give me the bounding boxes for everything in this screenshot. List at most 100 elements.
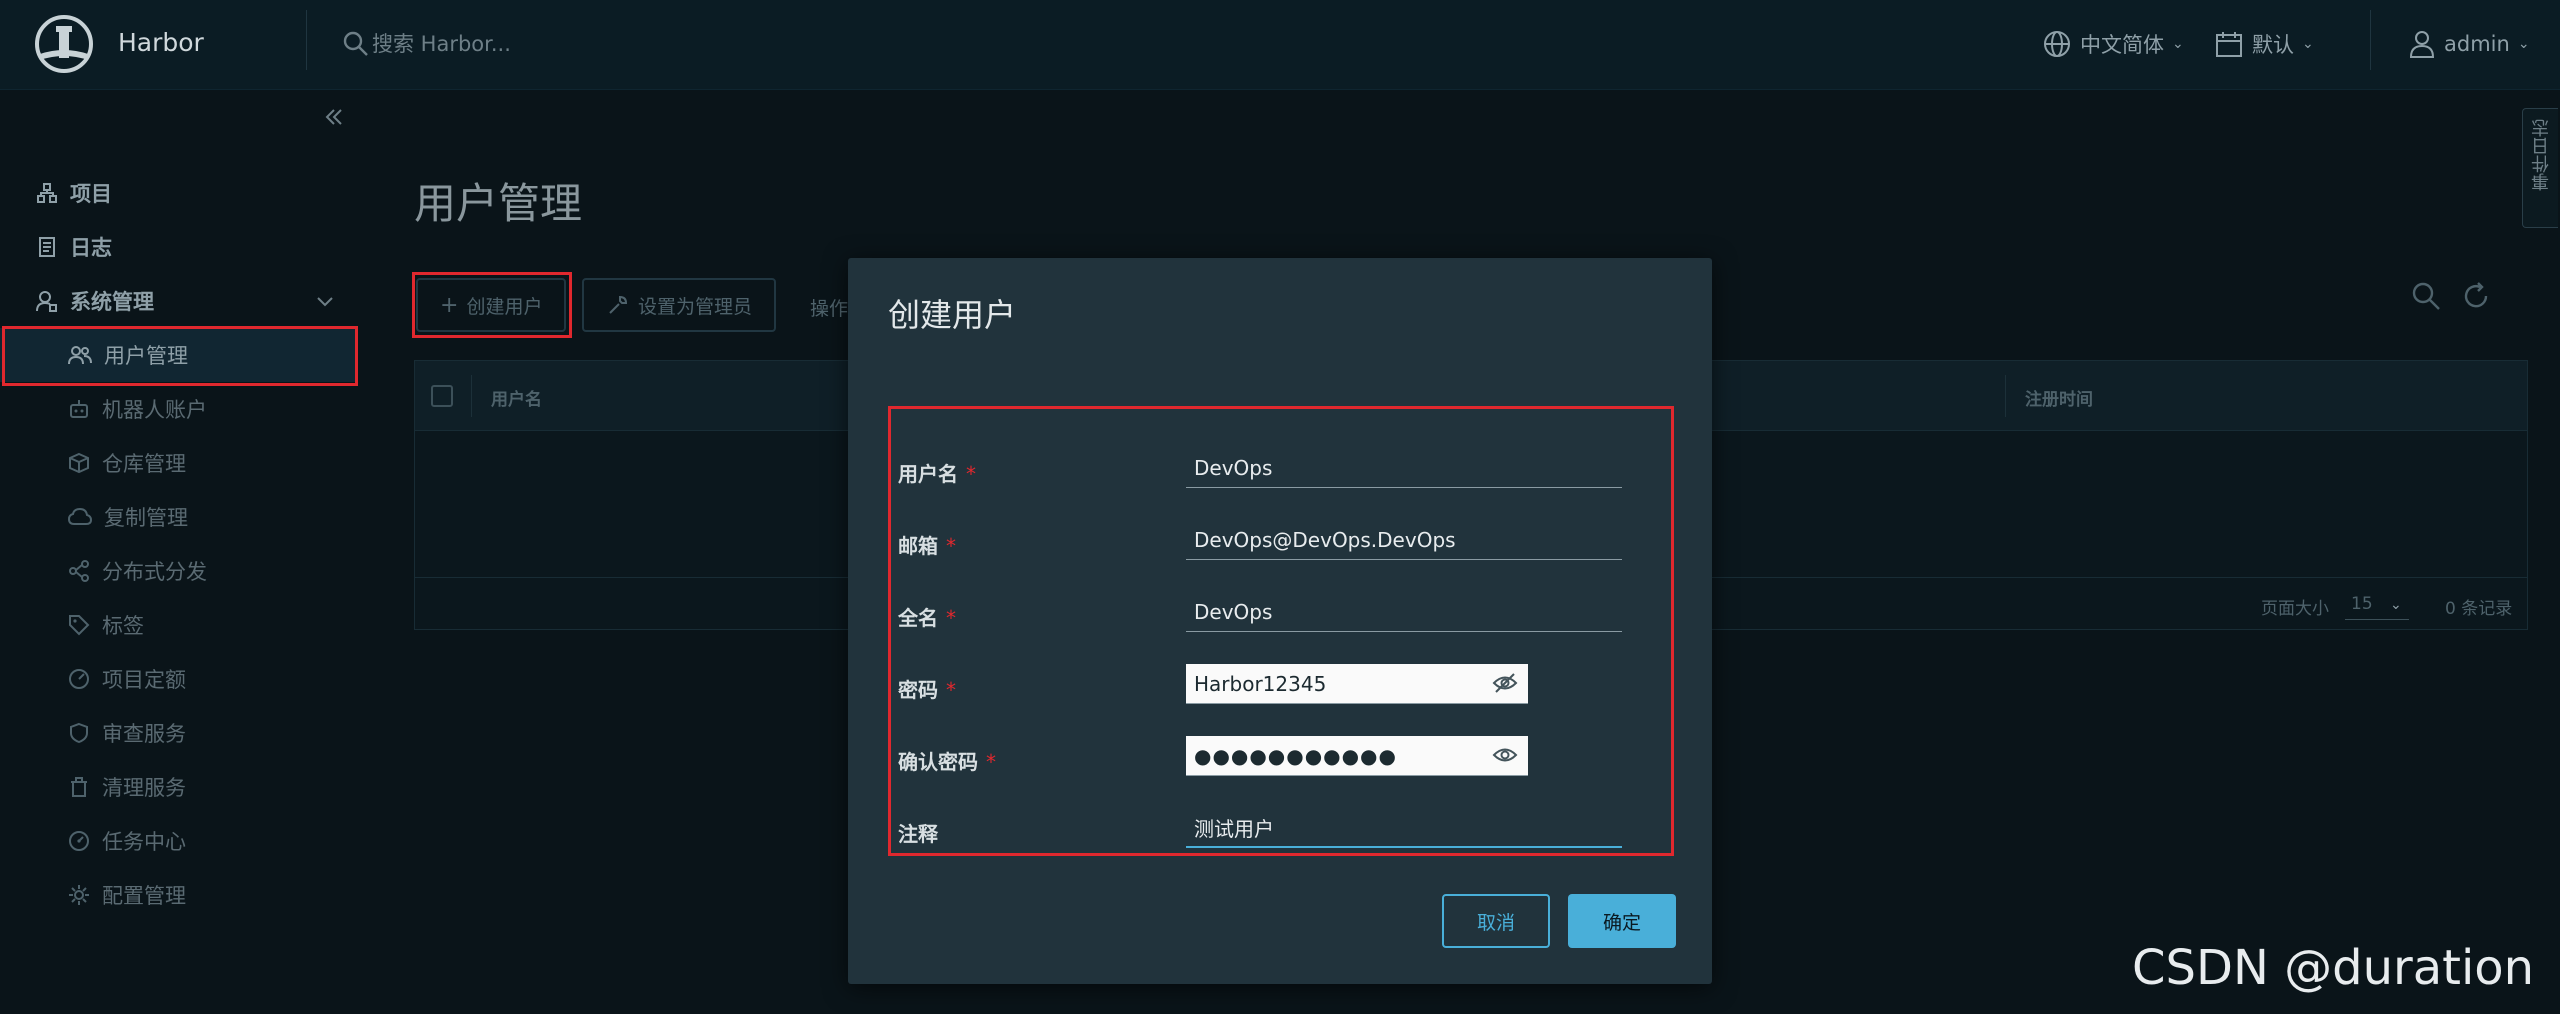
comment-label: 注释 bbox=[898, 822, 938, 846]
share-icon bbox=[69, 560, 89, 582]
comment-input[interactable] bbox=[1186, 808, 1622, 848]
sidebar-item-label: 复制管理 bbox=[104, 506, 188, 530]
form-row-fullname: 全名 * bbox=[848, 588, 1712, 640]
form-row-username: 用户名 * bbox=[848, 444, 1712, 496]
confirm-password-input[interactable] bbox=[1186, 736, 1528, 776]
collapse-sidebar-icon[interactable] bbox=[318, 102, 348, 132]
brand-name[interactable]: Harbor bbox=[118, 28, 204, 57]
sidebar-item-label: 系统管理 bbox=[70, 290, 154, 314]
user-name: admin bbox=[2444, 32, 2510, 56]
create-user-label: 创建用户 bbox=[466, 295, 543, 318]
create-user-button[interactable]: + 创建用户 bbox=[416, 278, 567, 332]
chevron-down-icon: ⌄ bbox=[2172, 36, 2184, 52]
username-label: 用户名 * bbox=[898, 462, 976, 486]
required-mark: * bbox=[946, 606, 956, 630]
trash-icon bbox=[71, 777, 87, 797]
sidebar-item-projects[interactable]: 项目 bbox=[0, 166, 356, 220]
sidebar-item-label: 清理服务 bbox=[102, 776, 186, 800]
header-divider bbox=[306, 10, 307, 70]
actions-menu[interactable]: 操作 bbox=[810, 294, 848, 321]
sidebar-item-distributions[interactable]: 分布式分发 bbox=[0, 544, 356, 598]
sidebar-item-label: 仓库管理 bbox=[102, 452, 186, 476]
confirm-password-label: 确认密码 * bbox=[898, 750, 996, 774]
create-user-modal: 创建用户 用户名* 邮箱* 全名* 密码* 确认密码* bbox=[848, 258, 1712, 984]
calendar-icon bbox=[2216, 32, 2242, 57]
cube-icon bbox=[69, 452, 89, 474]
column-registered-time[interactable]: 注册时间 bbox=[2025, 385, 2093, 410]
set-admin-label: 设置为管理员 bbox=[638, 295, 753, 318]
cloud-icon bbox=[68, 507, 92, 525]
sidebar-item-label: 日志 bbox=[70, 236, 112, 260]
robot-icon bbox=[70, 400, 88, 418]
form-row-email: 邮箱 * bbox=[848, 516, 1712, 568]
select-all-checkbox[interactable] bbox=[431, 385, 453, 407]
harbor-logo-icon[interactable] bbox=[34, 14, 94, 74]
eye-icon[interactable] bbox=[1492, 744, 1518, 766]
required-mark: * bbox=[966, 462, 976, 486]
page-size-label: 页面大小 bbox=[2261, 599, 2329, 619]
global-search-input[interactable] bbox=[372, 26, 872, 62]
sidebar-item-configuration[interactable]: 配置管理 bbox=[0, 868, 356, 922]
event-log-tab[interactable]: 事件日志 bbox=[2522, 108, 2558, 228]
password-label: 密码 * bbox=[898, 678, 956, 702]
sidebar-item-job-service[interactable]: 任务中心 bbox=[0, 814, 356, 868]
sidebar-item-label: 任务中心 bbox=[102, 830, 186, 854]
set-admin-button[interactable]: 设置为管理员 bbox=[582, 278, 777, 332]
shield-icon bbox=[70, 722, 88, 744]
projects-icon bbox=[37, 183, 57, 203]
chevron-down-icon: ⌄ bbox=[2390, 597, 2402, 613]
eye-slash-icon[interactable] bbox=[1492, 672, 1518, 694]
sidebar: 项目 日志 系统管理 用户管理 机器人账户 仓库管理 复制管理 分布式分发 标签… bbox=[0, 90, 356, 1014]
email-label: 邮箱 * bbox=[898, 534, 956, 558]
sidebar-item-label: 项目定额 bbox=[102, 668, 186, 692]
logs-icon bbox=[39, 237, 55, 257]
username-input[interactable] bbox=[1186, 448, 1622, 488]
sidebar-item-quotas[interactable]: 项目定额 bbox=[0, 652, 356, 706]
required-mark: * bbox=[986, 750, 996, 774]
ok-button[interactable]: 确定 bbox=[1568, 894, 1676, 948]
fullname-input[interactable] bbox=[1186, 592, 1622, 632]
sidebar-item-label: 分布式分发 bbox=[102, 560, 207, 584]
fullname-label: 全名 * bbox=[898, 606, 956, 630]
sidebar-item-labels[interactable]: 标签 bbox=[0, 598, 356, 652]
datetime-format-switcher[interactable]: 默认 ⌄ bbox=[2214, 26, 2314, 62]
sidebar-group-admin[interactable]: 系统管理 bbox=[0, 274, 356, 328]
sidebar-item-label: 项目 bbox=[70, 182, 112, 206]
sidebar-item-interrogation[interactable]: 审查服务 bbox=[0, 706, 356, 760]
search-icon[interactable] bbox=[2410, 280, 2442, 312]
sidebar-item-replications[interactable]: 复制管理 bbox=[0, 490, 356, 544]
dashboard-icon bbox=[69, 831, 89, 851]
total-count: 0 条记录 bbox=[2445, 599, 2513, 619]
column-username[interactable]: 用户名 bbox=[491, 385, 542, 410]
sidebar-item-logs[interactable]: 日志 bbox=[0, 220, 356, 274]
sidebar-item-gc[interactable]: 清理服务 bbox=[0, 760, 356, 814]
column-separator bbox=[471, 375, 472, 417]
gear-icon bbox=[69, 885, 89, 905]
sidebar-item-label: 用户管理 bbox=[104, 344, 188, 368]
user-menu[interactable]: admin ⌄ bbox=[2408, 26, 2530, 62]
admin-icon bbox=[36, 291, 57, 312]
wrench-icon bbox=[609, 295, 628, 314]
required-mark: * bbox=[946, 678, 956, 702]
refresh-icon[interactable] bbox=[2460, 280, 2492, 312]
password-input[interactable] bbox=[1186, 664, 1528, 704]
email-input[interactable] bbox=[1186, 520, 1622, 560]
search-icon bbox=[343, 31, 368, 56]
plus-icon: + bbox=[440, 292, 459, 318]
users-icon bbox=[68, 346, 92, 365]
sidebar-item-registries[interactable]: 仓库管理 bbox=[0, 436, 356, 490]
chevron-down-icon bbox=[317, 297, 333, 307]
sidebar-item-robot-accounts[interactable]: 机器人账户 bbox=[0, 382, 356, 436]
datetime-format-label: 默认 bbox=[2252, 33, 2294, 57]
globe-icon bbox=[2044, 31, 2070, 57]
cancel-button[interactable]: 取消 bbox=[1442, 894, 1550, 948]
form-row-password: 密码 * bbox=[848, 660, 1712, 712]
chevron-down-icon: ⌄ bbox=[2517, 36, 2530, 52]
language-switcher[interactable]: 中文简体 ⌄ bbox=[2042, 26, 2184, 62]
sidebar-item-label: 审查服务 bbox=[102, 722, 186, 746]
watermark: CSDN @duration ~ bbox=[2132, 940, 2535, 1014]
form-row-confirm-password: 确认密码 * bbox=[848, 732, 1712, 784]
page-size-select[interactable]: 15 ⌄ bbox=[2345, 588, 2409, 620]
sidebar-item-label: 配置管理 bbox=[102, 884, 186, 908]
sidebar-item-users[interactable]: 用户管理 bbox=[0, 328, 356, 382]
